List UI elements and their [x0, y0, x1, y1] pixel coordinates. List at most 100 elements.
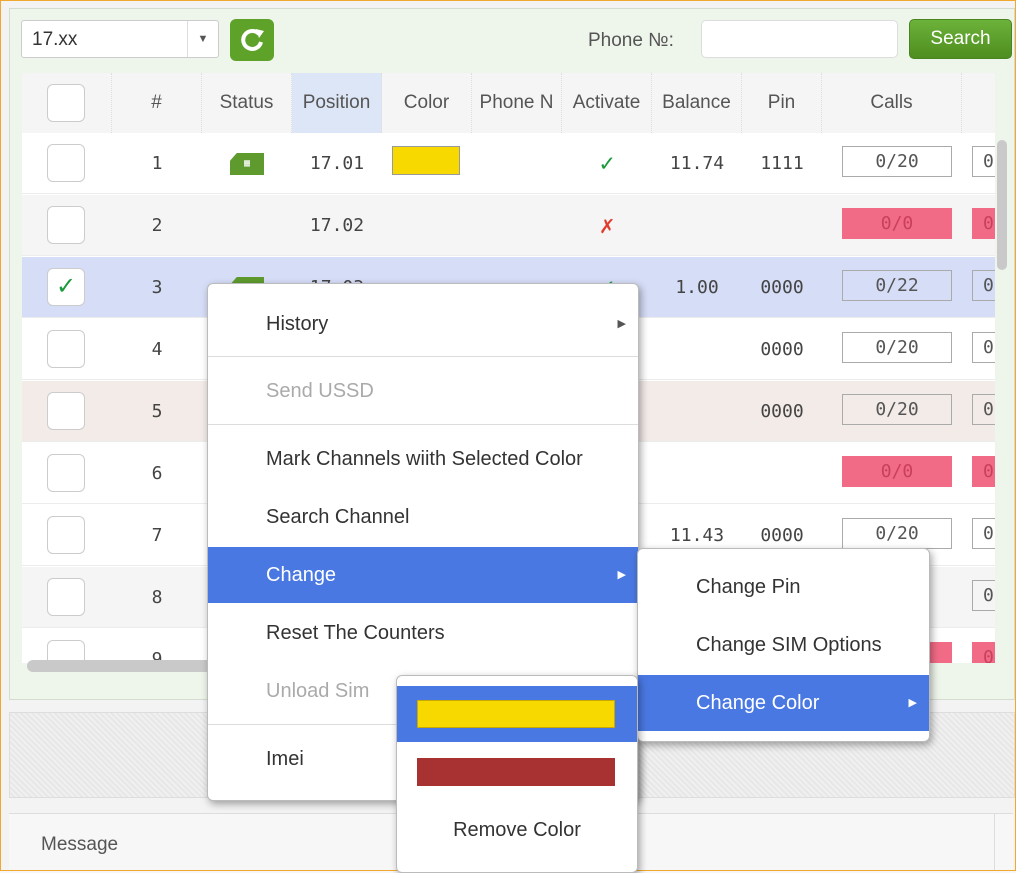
pin-cell: 1111	[760, 153, 804, 174]
refresh-icon	[241, 28, 264, 51]
remove-color-item[interactable]: Remove Color	[397, 802, 637, 858]
color-option-red[interactable]	[397, 744, 637, 800]
row-checkbox[interactable]	[47, 330, 85, 368]
vertical-scrollbar[interactable]	[997, 140, 1007, 270]
refresh-button[interactable]	[230, 19, 274, 61]
row-checkbox[interactable]	[47, 392, 85, 430]
group-select-value: 17.xx	[32, 29, 78, 50]
menu-item-history[interactable]: History ▶	[208, 296, 638, 352]
row-checkbox[interactable]	[47, 516, 85, 554]
extra-counter[interactable]: 0	[972, 580, 995, 611]
yellow-swatch	[417, 700, 615, 728]
menu-item-label: Change Color	[696, 692, 820, 714]
column-header-extra[interactable]	[962, 73, 995, 133]
row-checkbox[interactable]: ✓	[47, 268, 85, 306]
submenu-arrow-icon: ▶	[617, 318, 626, 330]
calls-counter[interactable]: 0/20	[842, 146, 952, 177]
sim-card-icon: ▦	[230, 153, 264, 175]
row-number: 1	[151, 153, 163, 174]
row-checkbox[interactable]	[47, 144, 85, 182]
select-all-checkbox[interactable]	[47, 84, 85, 122]
position-cell: 17.01	[309, 153, 365, 174]
balance-cell: 1.00	[675, 277, 719, 298]
phone-input[interactable]	[701, 20, 898, 58]
pin-cell	[742, 195, 822, 256]
calls-counter[interactable]: 0/20	[842, 518, 952, 549]
column-header-activate[interactable]: Activate	[562, 73, 652, 133]
row-number: 2	[151, 215, 163, 236]
menu-item-change[interactable]: Change ▶	[208, 547, 638, 603]
menu-item-change-sim-options[interactable]: Change SIM Options	[638, 617, 929, 673]
column-header-num[interactable]: #	[112, 73, 202, 133]
cross-icon: ✗	[599, 211, 615, 239]
menu-item-reset-counters[interactable]: Reset The Counters	[208, 605, 638, 661]
table-header: # Status Position Color Phone N Activate…	[22, 73, 995, 134]
row-number: 3	[151, 277, 163, 298]
position-cell: 17.02	[309, 215, 365, 236]
extra-counter[interactable]: 0	[972, 456, 995, 487]
column-header-pin[interactable]: Pin	[742, 73, 822, 133]
row-checkbox[interactable]	[47, 578, 85, 616]
row-checkbox[interactable]	[47, 454, 85, 492]
change-submenu: Change Pin Change SIM Options Change Col…	[637, 548, 930, 742]
message-divider	[994, 814, 995, 870]
pin-cell	[742, 443, 822, 504]
horizontal-scrollbar[interactable]	[27, 660, 227, 672]
calls-counter[interactable]: 0/20	[842, 394, 952, 425]
extra-counter[interactable]: 0	[972, 332, 995, 363]
chevron-down-icon[interactable]: ▼	[187, 21, 218, 57]
header-checkbox-cell	[22, 73, 112, 133]
table-row[interactable]: 1 ▦ 17.01 ✓ 11.74 1111 0/20 0	[22, 133, 995, 194]
extra-counter[interactable]: 0	[972, 270, 995, 301]
column-header-phone[interactable]: Phone N	[472, 73, 562, 133]
color-swatch	[392, 146, 460, 175]
extra-counter[interactable]: 0	[972, 394, 995, 425]
color-option-yellow[interactable]	[397, 686, 637, 742]
extra-counter[interactable]: 0	[972, 208, 995, 239]
balance-cell	[652, 381, 742, 442]
table-row[interactable]: 2 17.02 ✗ 0/0 0	[22, 195, 995, 256]
menu-item-mark-channels[interactable]: Mark Channels wiith Selected Color	[208, 431, 638, 487]
row-number: 9	[151, 649, 163, 663]
menu-item-send-ussd: Send USSD	[266, 380, 374, 402]
calls-counter[interactable]: 0/0	[842, 456, 952, 487]
menu-item-search-channel[interactable]: Search Channel	[208, 489, 638, 545]
group-select[interactable]: 17.xx ▼	[21, 20, 219, 58]
submenu-arrow-icon: ▶	[617, 569, 626, 581]
menu-item-change-pin[interactable]: Change Pin	[638, 559, 929, 615]
menu-item-change-color[interactable]: Change Color ▶	[638, 675, 929, 731]
extra-counter[interactable]: 0	[972, 518, 995, 549]
submenu-arrow-icon: ▶	[908, 697, 917, 709]
phone-label: Phone №:	[588, 30, 674, 51]
row-checkbox[interactable]	[47, 206, 85, 244]
search-button[interactable]: Search	[909, 19, 1012, 59]
extra-counter[interactable]: 0	[972, 642, 995, 663]
column-header-status[interactable]: Status	[202, 73, 292, 133]
balance-cell	[652, 319, 742, 380]
column-header-balance[interactable]: Balance	[652, 73, 742, 133]
status-cell: ▦	[202, 133, 292, 194]
red-swatch	[417, 758, 615, 786]
column-header-color[interactable]: Color	[382, 73, 472, 133]
calls-counter[interactable]: 0/22	[842, 270, 952, 301]
pin-cell: 0000	[760, 401, 804, 422]
pin-cell: 0000	[760, 339, 804, 360]
calls-counter[interactable]: 0/20	[842, 332, 952, 363]
balance-cell: 11.74	[669, 153, 725, 174]
pin-cell: 0000	[760, 277, 804, 298]
calls-counter[interactable]: 0/0	[842, 208, 952, 239]
balance-cell	[652, 195, 742, 256]
row-number: 7	[151, 525, 163, 546]
color-submenu: Remove Color	[396, 675, 638, 873]
extra-counter[interactable]: 0	[972, 146, 995, 177]
column-header-calls[interactable]: Calls	[822, 73, 962, 133]
menu-separator	[208, 424, 638, 425]
menu-item-label: History	[266, 313, 329, 335]
row-number: 5	[151, 401, 163, 422]
menu-item-label: Change	[266, 564, 337, 586]
row-number: 6	[151, 463, 163, 484]
row-number: 8	[151, 587, 163, 608]
balance-cell	[652, 443, 742, 504]
column-header-position[interactable]: Position	[292, 73, 382, 133]
check-icon: ✓	[599, 149, 615, 177]
